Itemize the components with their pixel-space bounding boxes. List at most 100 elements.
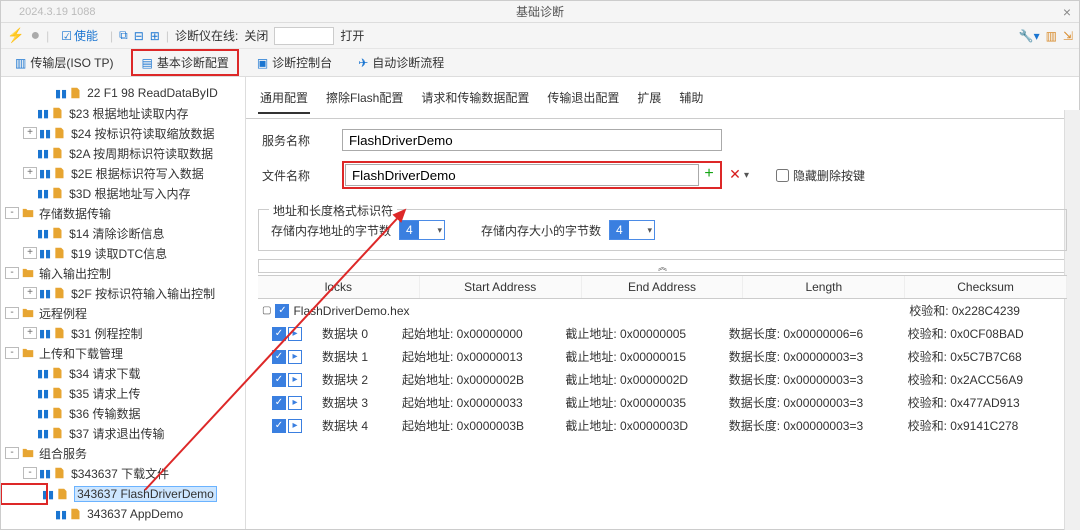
hide-delete-checkbox[interactable]: 隐藏删除按键 — [776, 167, 865, 184]
enable-button[interactable]: ☑使能 — [55, 25, 104, 46]
expand-icon[interactable]: + — [23, 127, 37, 139]
close-icon[interactable]: × — [1063, 4, 1071, 20]
tree-label: $34 请求下载 — [69, 365, 140, 382]
file-dropdown-icon[interactable]: ▾ — [744, 170, 758, 181]
file-icon — [69, 507, 83, 521]
data-block-row[interactable]: ✓▸数据块 3起始地址: 0x00000033截止地址: 0x00000035数… — [258, 391, 1067, 414]
expand-icon[interactable]: + — [23, 167, 37, 179]
tree-item[interactable]: ▮▮$2A 按周期标识符读取数据 — [1, 143, 245, 163]
content-panel: 通用配置擦除Flash配置请求和传输数据配置传输退出配置扩展辅助 服务名称 文件… — [246, 77, 1079, 529]
subtab[interactable]: 擦除Flash配置 — [324, 87, 405, 114]
expand-icon[interactable]: - — [23, 467, 37, 479]
file-icon — [53, 126, 67, 140]
column-header[interactable]: Checksum — [905, 276, 1067, 298]
subtab[interactable]: 传输退出配置 — [545, 87, 621, 114]
remove-file-icon[interactable]: ✕ — [726, 166, 744, 184]
service-name-label: 服务名称 — [262, 132, 342, 149]
tree-item[interactable]: +▮▮$24 按标识符读取缩放数据 — [1, 123, 245, 143]
tree-item[interactable]: +▮▮$2E 根据标识符写入数据 — [1, 163, 245, 183]
tree-label: 输入输出控制 — [39, 265, 111, 282]
status-input[interactable] — [274, 27, 334, 45]
expand-icon[interactable]: - — [5, 267, 19, 279]
column-header[interactable]: Start Address — [420, 276, 582, 298]
data-block-row[interactable]: ✓▸数据块 4起始地址: 0x0000003B截止地址: 0x0000003D数… — [258, 414, 1067, 437]
tree-item[interactable]: ▮▮$37 请求退出传输 — [1, 423, 245, 443]
column-header[interactable]: End Address — [582, 276, 744, 298]
tree-label: $14 清除诊断信息 — [69, 225, 164, 242]
file-icon — [53, 466, 67, 480]
titlebar: 2024.3.19 1088 基础诊断 × — [1, 1, 1079, 23]
service-name-input[interactable] — [342, 129, 722, 151]
tree-item[interactable]: -远程例程 — [1, 303, 245, 323]
file-name-input[interactable] — [345, 164, 699, 186]
tree-label: $2E 根据标识符写入数据 — [71, 165, 204, 182]
collapse-toggle[interactable]: ︽ — [258, 259, 1067, 273]
window-title: 基础诊断 — [516, 3, 564, 20]
expand-icon[interactable]: + — [23, 327, 37, 339]
tab-console[interactable]: ▣诊断控制台 — [249, 51, 340, 74]
tree-item[interactable]: -组合服务 — [1, 443, 245, 463]
group-legend: 地址和长度格式标识符 — [269, 202, 397, 219]
config-subtabs: 通用配置擦除Flash配置请求和传输数据配置传输退出配置扩展辅助 — [246, 83, 1079, 119]
subtab[interactable]: 辅助 — [677, 87, 705, 114]
bolt-icon[interactable]: ⚡ — [7, 27, 24, 44]
subtab[interactable]: 通用配置 — [258, 87, 310, 114]
layout-icon-3[interactable]: ⊞ — [150, 29, 160, 43]
size-bytes-select[interactable]: 4▾ — [609, 220, 655, 240]
tree-item[interactable]: +▮▮$19 读取DTC信息 — [1, 243, 245, 263]
expand-icon[interactable]: + — [23, 247, 37, 259]
tree-item[interactable]: +▮▮$31 例程控制 — [1, 323, 245, 343]
layout-icon-2[interactable]: ⊟ — [134, 29, 144, 43]
file-icon — [53, 326, 67, 340]
addr-bytes-select[interactable]: 4▾ — [399, 220, 445, 240]
data-block-row[interactable]: ✓▸数据块 0起始地址: 0x00000000截止地址: 0x00000005数… — [258, 322, 1067, 345]
tree-label: 343637 AppDemo — [87, 507, 183, 521]
doc-icon[interactable]: ▥ — [1046, 29, 1057, 43]
wrench-icon[interactable]: 🔧▾ — [1019, 29, 1040, 43]
tree-item[interactable]: ▮▮$36 传输数据 — [1, 403, 245, 423]
tab-auto-flow[interactable]: ✈自动诊断流程 — [350, 51, 452, 74]
tab-basic-config[interactable]: ▤基本诊断配置 — [131, 49, 238, 76]
dot-icon[interactable]: ● — [30, 27, 40, 45]
layout-icon-1[interactable]: ⧉ — [119, 28, 128, 43]
expand-icon[interactable]: - — [5, 307, 19, 319]
tree-sidebar[interactable]: ▮▮22 F1 98 ReadDataByID▮▮$23 根据地址读取内存+▮▮… — [1, 77, 246, 529]
tree-label: $36 传输数据 — [69, 405, 140, 422]
tree-item[interactable]: -存储数据传输 — [1, 203, 245, 223]
data-block-row[interactable]: ✓▸数据块 1起始地址: 0x00000013截止地址: 0x00000015数… — [258, 345, 1067, 368]
column-header[interactable]: locks — [258, 276, 420, 298]
tree-item[interactable]: +▮▮$2F 按标识符输入输出控制 — [1, 283, 245, 303]
tree-item[interactable]: -▮▮$343637 下载文件 — [1, 463, 245, 483]
expand-icon[interactable]: - — [5, 447, 19, 459]
open-button[interactable]: 打开 — [340, 27, 364, 44]
export-icon[interactable]: ⇲ — [1063, 29, 1073, 43]
status-value: 关闭 — [244, 27, 268, 44]
data-block-row[interactable]: ✓▸数据块 2起始地址: 0x0000002B截止地址: 0x0000002D数… — [258, 368, 1067, 391]
tree-item[interactable]: ▮▮343637 AppDemo — [1, 504, 245, 524]
expand-icon[interactable]: + — [23, 287, 37, 299]
tree-item[interactable]: ▮▮22 F1 98 ReadDataByID — [1, 83, 245, 103]
tree-item[interactable]: ▮▮$3D 根据地址写入内存 — [1, 183, 245, 203]
subtab[interactable]: 扩展 — [635, 87, 663, 114]
expand-icon[interactable]: - — [5, 347, 19, 359]
tree-item[interactable]: - 上传和下载管理 — [1, 343, 245, 363]
file-row[interactable]: ▢ ✓ FlashDriverDemo.hex校验和: 0x228C4239 — [258, 299, 1067, 322]
file-icon — [51, 366, 65, 380]
subtab[interactable]: 请求和传输数据配置 — [419, 87, 531, 114]
add-file-icon[interactable]: + — [699, 165, 719, 185]
tree-item[interactable]: ▮▮$14 清除诊断信息 — [1, 223, 245, 243]
tree-item[interactable]: ▮▮343637 FlashDriverDemo — [1, 484, 47, 504]
size-bytes-label: 存储内存大小的字节数 — [481, 222, 601, 239]
tab-transport[interactable]: ▥传输层(ISO TP) — [7, 51, 121, 74]
column-header[interactable]: Length — [743, 276, 905, 298]
expand-icon[interactable]: - — [5, 207, 19, 219]
file-icon — [51, 186, 65, 200]
tree-label: 上传和下载管理 — [39, 345, 123, 362]
file-icon — [56, 487, 70, 501]
tree-item[interactable]: ▮▮$34 请求下载 — [1, 363, 245, 383]
tree-item[interactable]: - 输入输出控制 — [1, 263, 245, 283]
module-toolbar: ▥传输层(ISO TP) ▤基本诊断配置 ▣诊断控制台 ✈自动诊断流程 — [1, 49, 1079, 77]
tree-item[interactable]: ▮▮$35 请求上传 — [1, 383, 245, 403]
tree-item[interactable]: ▮▮$23 根据地址读取内存 — [1, 103, 245, 123]
folder-icon — [21, 306, 35, 320]
